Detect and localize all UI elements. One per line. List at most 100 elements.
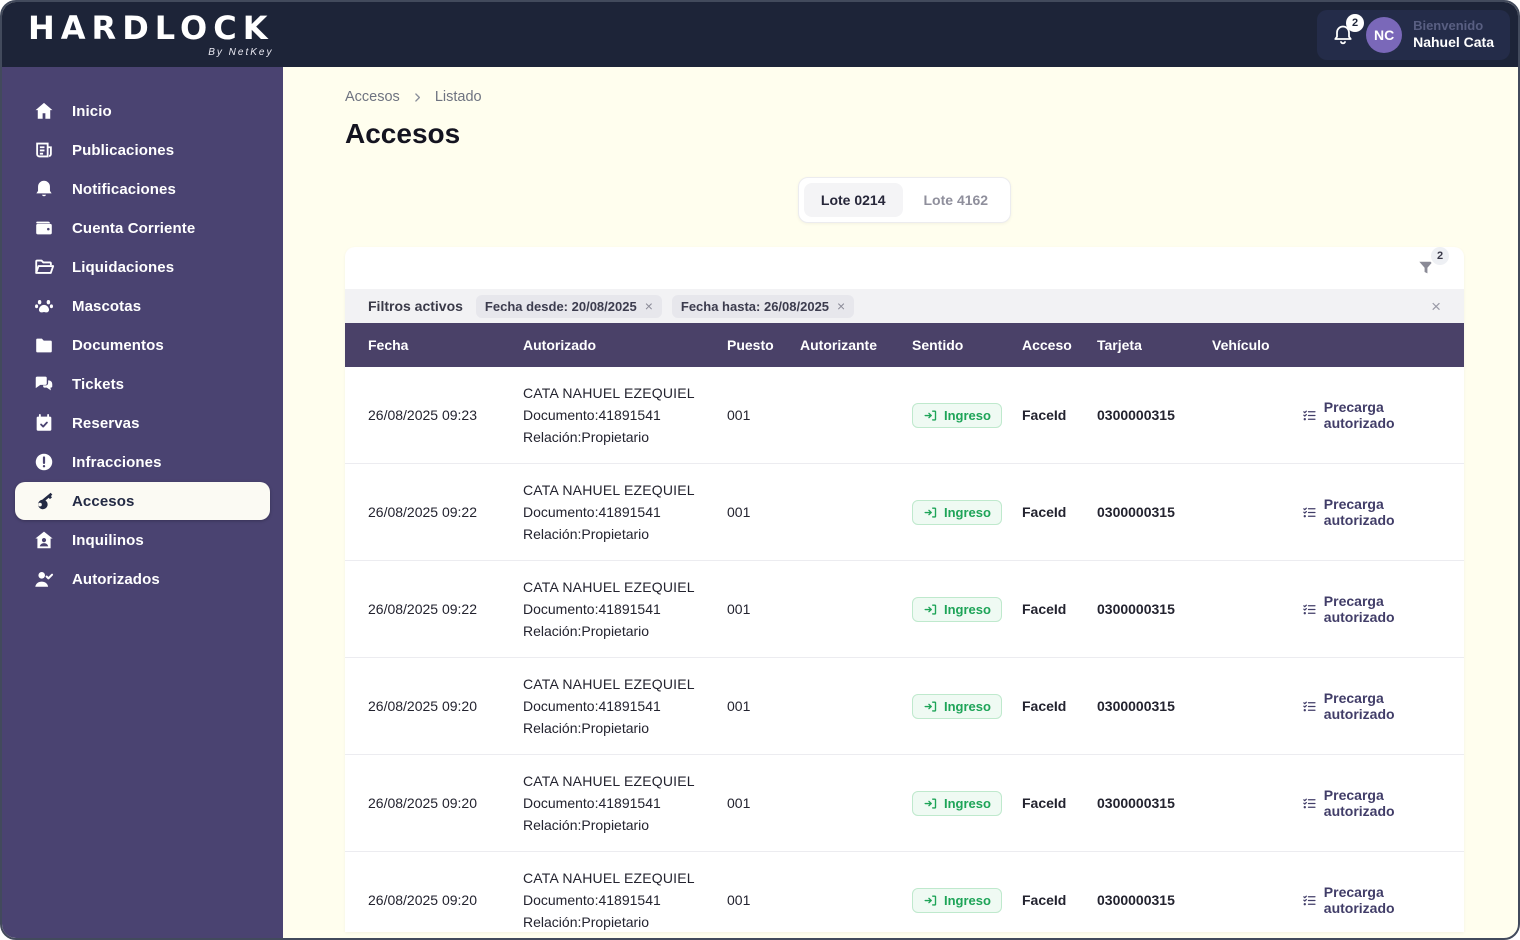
lote-tab[interactable]: Lote 4162 (907, 183, 1006, 217)
sidebar-item[interactable]: Cuenta Corriente (15, 209, 270, 247)
table-row: 26/08/2025 09:20 CATA NAHUEL EZEQUIEL Do… (345, 755, 1464, 852)
cell-autorizado: CATA NAHUEL EZEQUIEL Documento:41891541 … (523, 867, 727, 932)
ingreso-label: Ingreso (944, 892, 991, 908)
precarga-autorizado-link[interactable]: Precarga autorizado (1302, 690, 1441, 722)
sidebar-item[interactable]: Inicio (15, 92, 270, 130)
filter-chip: Fecha hasta: 26/08/2025 × (671, 294, 855, 318)
precarga-autorizado-link[interactable]: Precarga autorizado (1302, 593, 1441, 625)
sidebar-item-label: Inicio (72, 102, 112, 120)
precarga-autorizado-link[interactable]: Precarga autorizado (1302, 884, 1441, 916)
autorizado-documento: Documento:41891541 (523, 504, 661, 520)
clear-filters-icon[interactable]: × (1431, 298, 1441, 315)
user-name: Nahuel Cata (1413, 33, 1494, 50)
user-box: 2 NC Bienvenido Nahuel Cata (1317, 9, 1510, 60)
chip-remove-icon[interactable]: × (645, 299, 653, 313)
ingreso-label: Ingreso (944, 795, 991, 811)
login-arrow-icon (923, 893, 938, 908)
checklist-icon (1302, 892, 1317, 909)
table-row: 26/08/2025 09:20 CATA NAHUEL EZEQUIEL Do… (345, 852, 1464, 932)
sidebar-item-label: Accesos (72, 492, 135, 510)
avatar[interactable]: NC (1366, 16, 1403, 53)
sidebar-item[interactable]: Inquilinos (15, 521, 270, 559)
precarga-label: Precarga autorizado (1323, 884, 1395, 916)
logo-text: HARDLOCK (28, 8, 274, 47)
notifications-bell-icon[interactable]: 2 (1331, 13, 1365, 47)
cell-sentido: Ingreso (912, 499, 1022, 525)
main-content: Accesos Listado Accesos Lote 0214 Lote 4… (283, 67, 1518, 938)
greeting-text: Bienvenido (1413, 17, 1484, 33)
cell-tarjeta: 0300000315 (1097, 407, 1175, 423)
lote-tabs: Lote 0214 Lote 4162 (797, 177, 1012, 223)
filter-chip-label: Fecha hasta: 26/08/2025 (680, 298, 830, 314)
login-arrow-icon (923, 505, 938, 520)
breadcrumb: Accesos Listado (345, 89, 1464, 105)
sidebar-item[interactable]: Reservas (15, 404, 270, 442)
precarga-autorizado-link[interactable]: Precarga autorizado (1302, 399, 1441, 431)
precarga-label: Precarga autorizado (1323, 787, 1395, 819)
autorizado-nombre: CATA NAHUEL EZEQUIEL (523, 579, 695, 595)
calendar-check-icon (33, 412, 55, 434)
autorizado-relacion: Relación:Propietario (523, 429, 650, 445)
sidebar-item[interactable]: Tickets (15, 365, 270, 403)
ingreso-badge: Ingreso (912, 402, 1002, 428)
chip-remove-icon[interactable]: × (837, 299, 845, 313)
sidebar-item[interactable]: Mascotas (15, 287, 270, 325)
sidebar-item[interactable]: Infracciones (15, 443, 270, 481)
filter-funnel-icon[interactable]: 2 (1416, 247, 1449, 278)
logo-tagline: By NetKey (208, 46, 274, 58)
ingreso-badge: Ingreso (912, 887, 1002, 913)
precarga-label: Precarga autorizado (1323, 690, 1395, 722)
table-column-header: Vehículo (1212, 337, 1270, 353)
table-row: 26/08/2025 09:23 CATA NAHUEL EZEQUIEL Do… (345, 367, 1464, 464)
autorizado-nombre: CATA NAHUEL EZEQUIEL (523, 385, 695, 401)
checklist-icon (1302, 795, 1317, 812)
cell-tarjeta: 0300000315 (1097, 892, 1175, 908)
autorizado-nombre: CATA NAHUEL EZEQUIEL (523, 676, 695, 692)
table-toolbar: 2 (345, 247, 1464, 289)
cell-autorizado: CATA NAHUEL EZEQUIEL Documento:41891541 … (523, 382, 727, 448)
precarga-label: Precarga autorizado (1323, 496, 1395, 528)
newspaper-icon (33, 139, 55, 161)
sidebar-item-label: Reservas (72, 414, 140, 432)
breadcrumb-listado[interactable]: Listado (435, 89, 482, 105)
sidebar-item[interactable]: Publicaciones (15, 131, 270, 169)
user-check-icon (33, 568, 55, 590)
precarga-autorizado-link[interactable]: Precarga autorizado (1302, 496, 1441, 528)
sidebar-item[interactable]: Documentos (15, 326, 270, 364)
table-column-header: Acceso (1022, 337, 1072, 353)
cell-acceso: FaceId (1022, 601, 1067, 617)
ingreso-badge: Ingreso (912, 790, 1002, 816)
table-row: 26/08/2025 09:22 CATA NAHUEL EZEQUIEL Do… (345, 561, 1464, 658)
cell-puesto: 001 (727, 795, 751, 811)
filter-chip: Fecha desde: 20/08/2025 × (475, 294, 662, 318)
cell-action: Precarga autorizado (1302, 496, 1441, 528)
wallet-icon (33, 217, 55, 239)
autorizado-relacion: Relación:Propietario (523, 623, 650, 639)
sidebar-item[interactable]: Liquidaciones (15, 248, 270, 286)
active-filters-bar: Filtros activos Fecha desde: 20/08/2025 … (345, 289, 1464, 323)
cell-acceso: FaceId (1022, 407, 1067, 423)
top-bar: HARDLOCK By NetKey 2 NC Bienvenido Nahue… (2, 2, 1518, 67)
autorizado-nombre: CATA NAHUEL EZEQUIEL (523, 773, 695, 789)
sidebar-item[interactable]: Autorizados (15, 560, 270, 598)
login-arrow-icon (923, 699, 938, 714)
cell-sentido: Ingreso (912, 402, 1022, 428)
login-arrow-icon (923, 602, 938, 617)
cell-fecha: 26/08/2025 09:20 (368, 698, 477, 714)
sidebar-item[interactable]: Accesos (15, 482, 270, 520)
cell-fecha: 26/08/2025 09:20 (368, 892, 477, 908)
precarga-autorizado-link[interactable]: Precarga autorizado (1302, 787, 1441, 819)
sidebar-item[interactable]: Notificaciones (15, 170, 270, 208)
brand-logo: HARDLOCK By NetKey (28, 12, 273, 58)
app-window: HARDLOCK By NetKey 2 NC Bienvenido Nahue… (0, 0, 1520, 940)
cell-tarjeta: 0300000315 (1097, 504, 1175, 520)
breadcrumb-accesos[interactable]: Accesos (345, 89, 400, 105)
autorizado-nombre: CATA NAHUEL EZEQUIEL (523, 482, 695, 498)
ingreso-label: Ingreso (944, 698, 991, 714)
cell-acceso: FaceId (1022, 795, 1067, 811)
sidebar-item-label: Cuenta Corriente (72, 219, 196, 237)
login-arrow-icon (923, 796, 938, 811)
cell-acceso: FaceId (1022, 892, 1067, 908)
login-arrow-icon (923, 408, 938, 423)
lote-tab[interactable]: Lote 0214 (803, 183, 903, 217)
